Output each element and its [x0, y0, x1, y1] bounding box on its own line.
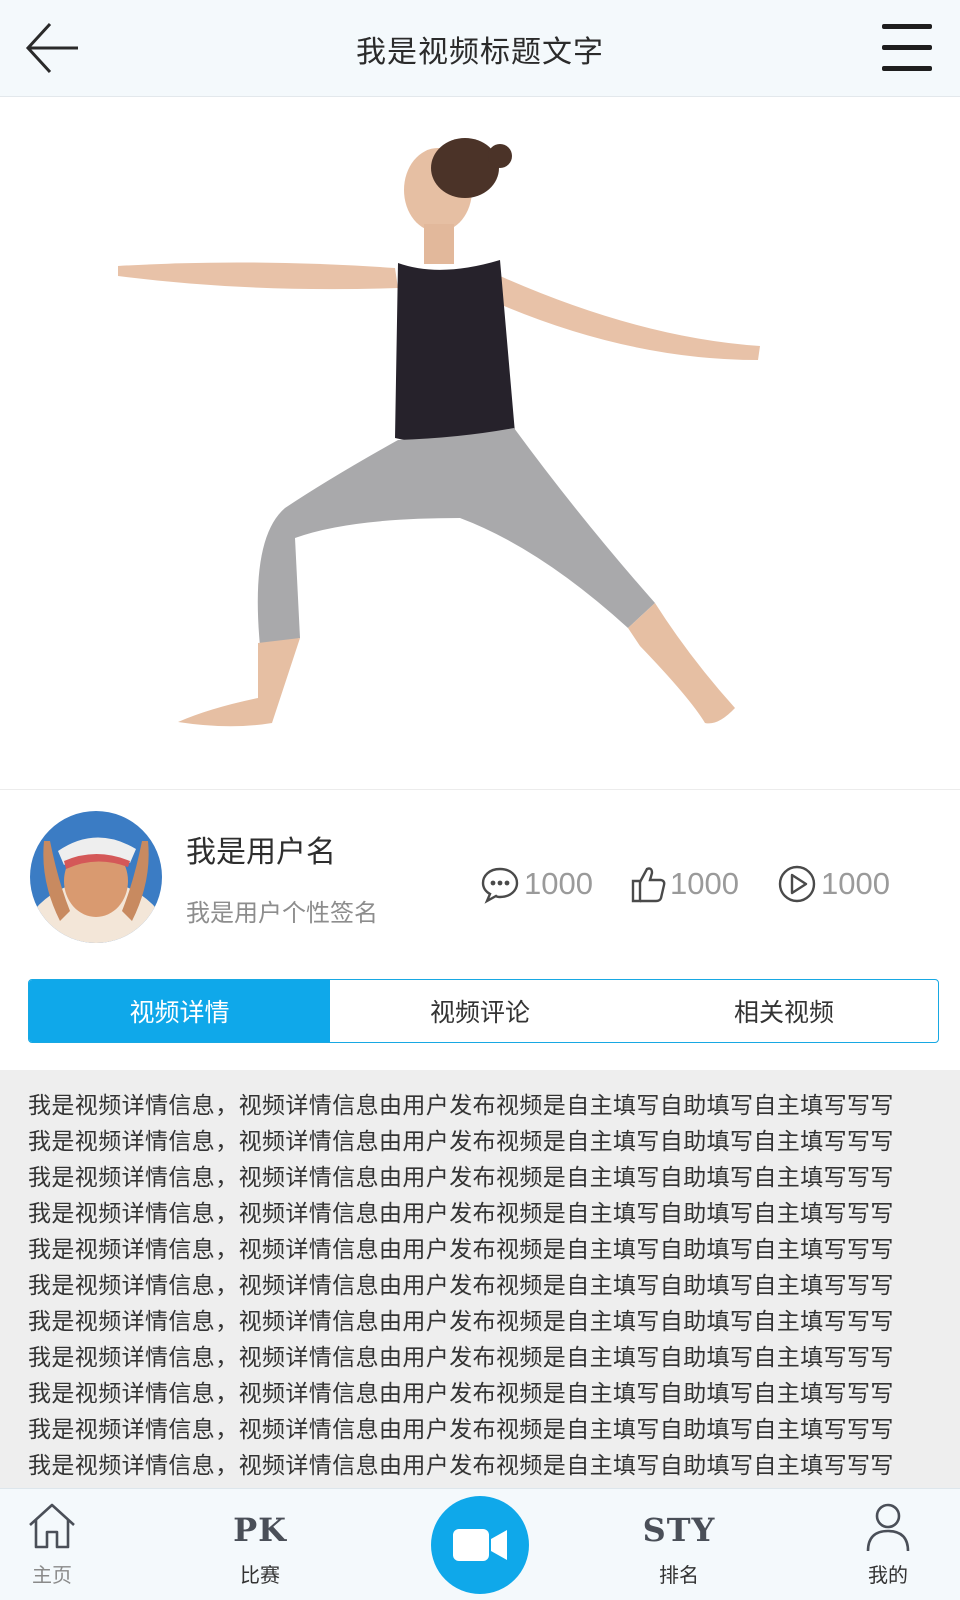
nav-mine-label: 我的: [868, 1563, 908, 1587]
nav-home-label: 主页: [32, 1563, 72, 1587]
user-icon: [866, 1503, 910, 1552]
nav-mine[interactable]: 我的: [828, 1489, 948, 1600]
hamburger-menu-icon: [882, 24, 932, 71]
detail-tabs: 视频详情 视频评论 相关视频: [28, 979, 939, 1043]
detail-line: 我是视频详情信息，视频详情信息由用户发布视频是自主填写自助填写自主填写写写: [28, 1129, 894, 1155]
play-circle-icon: [778, 865, 816, 903]
tab-video-comments[interactable]: 视频评论: [330, 980, 630, 1042]
detail-line: 我是视频详情信息，视频详情信息由用户发布视频是自主填写自助填写自主填写写写: [28, 1273, 894, 1299]
nav-pk[interactable]: PK 比赛: [200, 1489, 320, 1600]
tab-video-details[interactable]: 视频详情: [29, 980, 330, 1042]
plays-count-value: 1000: [821, 866, 890, 901]
likes-count-value: 1000: [670, 866, 739, 901]
menu-button[interactable]: [870, 18, 934, 78]
comment-bubble-icon: [481, 867, 519, 904]
likes-count[interactable]: 1000: [630, 863, 739, 905]
top-bar: 我是视频标题文字: [0, 0, 960, 97]
comments-count[interactable]: 1000: [480, 863, 593, 905]
record-video-button[interactable]: [431, 1496, 529, 1594]
video-player[interactable]: [0, 98, 960, 790]
thumbs-up-icon: [631, 867, 666, 903]
avatar-image: [30, 811, 162, 943]
username[interactable]: 我是用户名: [186, 827, 336, 871]
plays-count[interactable]: 1000: [777, 863, 890, 905]
nav-rank[interactable]: STY 排名: [619, 1489, 739, 1600]
detail-line: 我是视频详情信息，视频详情信息由用户发布视频是自主填写自助填写自主填写写写: [28, 1165, 894, 1191]
nav-pk-label: 比赛: [240, 1563, 280, 1587]
user-signature: 我是用户个性签名: [186, 899, 378, 927]
detail-line: 我是视频详情信息，视频详情信息由用户发布视频是自主填写自助填写自主填写写写: [28, 1381, 894, 1407]
avatar[interactable]: [30, 811, 162, 943]
nav-home[interactable]: 主页: [0, 1489, 112, 1600]
video-details-panel: 我是视频详情信息，视频详情信息由用户发布视频是自主填写自助填写自主填写写写 我是…: [0, 1070, 960, 1490]
detail-line: 我是视频详情信息，视频详情信息由用户发布视频是自主填写自助填写自主填写写写: [28, 1453, 894, 1479]
detail-line: 我是视频详情信息，视频详情信息由用户发布视频是自主填写自助填写自主填写写写: [28, 1201, 894, 1227]
detail-line: 我是视频详情信息，视频详情信息由用户发布视频是自主填写自助填写自主填写写写: [28, 1309, 894, 1335]
detail-line: 我是视频详情信息，视频详情信息由用户发布视频是自主填写自助填写自主填写写写: [28, 1345, 894, 1371]
detail-line: 我是视频详情信息，视频详情信息由用户发布视频是自主填写自助填写自主填写写写: [28, 1093, 894, 1119]
author-info: 我是用户名 我是用户个性签名 1000 1000 1000: [0, 791, 960, 961]
nav-rank-label: 排名: [659, 1563, 699, 1587]
detail-line: 我是视频详情信息，视频详情信息由用户发布视频是自主填写自助填写自主填写写写: [28, 1237, 894, 1263]
comments-count-value: 1000: [524, 866, 593, 901]
tab-related-videos[interactable]: 相关视频: [630, 980, 938, 1042]
video-camera-icon: [453, 1529, 507, 1561]
home-icon: [29, 1503, 75, 1549]
pk-logo: PK: [233, 1511, 287, 1549]
page-title: 我是视频标题文字: [356, 35, 604, 70]
detail-line: 我是视频详情信息，视频详情信息由用户发布视频是自主填写自助填写自主填写写写: [28, 1417, 894, 1443]
video-thumbnail-image: [118, 138, 760, 727]
sty-logo: STY: [642, 1511, 716, 1549]
